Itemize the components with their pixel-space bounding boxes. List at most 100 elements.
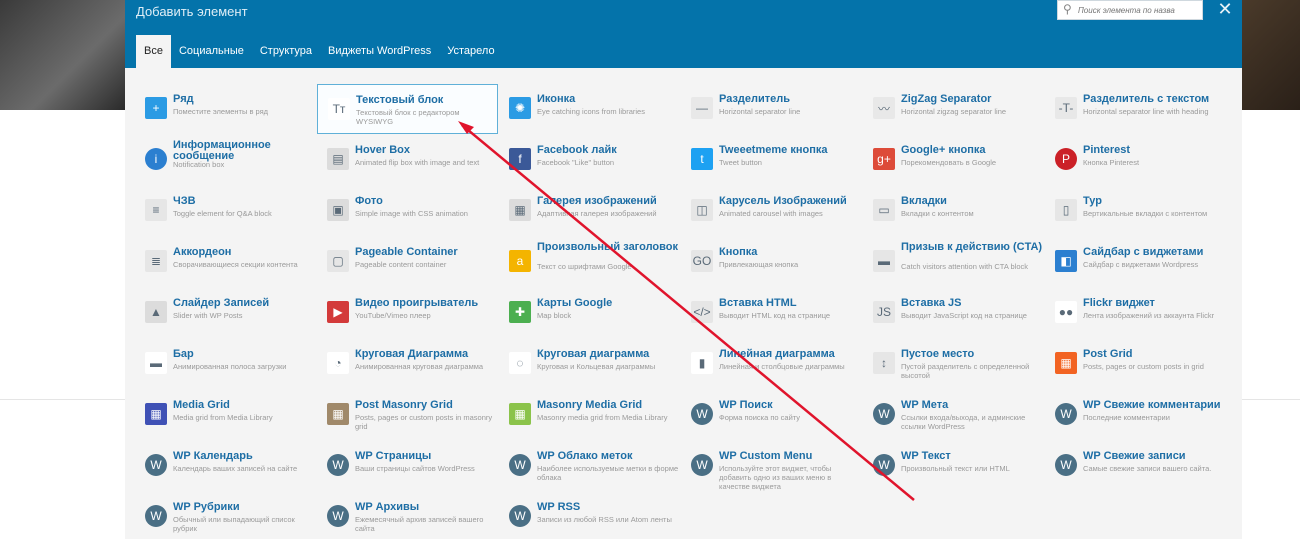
element-title: Вставка HTML xyxy=(719,297,797,309)
element-item[interactable]: 〰 ZigZag Separator Horizontal zigzag separ… xyxy=(863,84,1044,134)
wordpress-icon: W xyxy=(327,454,349,476)
element-title: WP Мета xyxy=(901,399,949,411)
hover-box-icon: ▤ xyxy=(327,148,349,170)
element-description: Обычный или выпадающий список рубрик xyxy=(173,515,295,533)
element-item[interactable]: ◔ Круговая Диаграмма Анимированная кругова… xyxy=(317,339,498,389)
element-title: WP Облако меток xyxy=(537,450,633,462)
element-item[interactable]: W WP Страницы Ваши страницы сайтов WordPre… xyxy=(317,441,498,491)
element-item[interactable]: W WP Текст Произвольный текст или HTML xyxy=(863,441,1044,491)
tab-structure[interactable]: Структура xyxy=(252,35,320,68)
element-item[interactable]: g+ Google+ кнопка Порекомендовать в Google xyxy=(863,135,1044,185)
element-item[interactable]: t Tweeetmeme кнопка Tweet button xyxy=(681,135,862,185)
element-item[interactable]: ▣ Фото Simple image with CSS animation xyxy=(317,186,498,236)
element-description: Записи из любой RSS или Atom ленты xyxy=(537,515,672,524)
element-description: Horizontal separator line with heading xyxy=(1083,107,1209,116)
element-description: Круговая и Кольцевая диаграммы xyxy=(537,362,656,371)
element-item[interactable]: ▶ Видео проигрыватель YouTube/Vimeo плеер xyxy=(317,288,498,338)
wordpress-icon: W xyxy=(145,454,167,476)
element-item[interactable]: ≣ Аккордеон Сворачивающиеся секции контент… xyxy=(135,237,316,287)
element-item[interactable]: ▦ Галерея изображений Адаптивная галерея и… xyxy=(499,186,680,236)
element-item[interactable]: ▮ Линейная диаграмма Линейная и столбцовые… xyxy=(681,339,862,389)
element-item[interactable]: W WP Мета Ссылки входа/выхода, и админские… xyxy=(863,390,1044,440)
element-title: Бар xyxy=(173,348,194,360)
element-item[interactable]: JS Вставка JS Выводит JavaScript код на ст… xyxy=(863,288,1044,338)
element-title: Post Masonry Grid xyxy=(355,399,453,411)
element-item[interactable]: W WP Поиск Форма поиска по сайту xyxy=(681,390,862,440)
element-item[interactable]: W WP Архивы Ежемесячный архив записей ваше… xyxy=(317,492,498,539)
tab-deprecated[interactable]: Устарело xyxy=(439,35,502,68)
element-title: ZigZag Separator xyxy=(901,93,992,105)
element-item[interactable]: W WP Календарь Календарь ваших записей на … xyxy=(135,441,316,491)
element-item[interactable]: ▭ Вкладки Вкладки с контентом xyxy=(863,186,1044,236)
tab-wordpress-widgets[interactable]: Виджеты WordPress xyxy=(320,35,439,68)
element-item[interactable]: ▤ Hover Box Animated flip box with image a… xyxy=(317,135,498,185)
element-item[interactable]: W WP Свежие комментарии Последние коммента… xyxy=(1045,390,1226,440)
element-item[interactable]: </> Вставка HTML Выводит HTML код на стран… xyxy=(681,288,862,338)
element-description: Кнопка Pinterest xyxy=(1083,158,1140,167)
element-item[interactable]: ≡ ЧЗВ Toggle element for Q&A block xyxy=(135,186,316,236)
element-item[interactable]: ▬ Бар Анимированная полоса загрузки xyxy=(135,339,316,389)
element-title: Кнопка xyxy=(719,246,758,258)
element-item[interactable]: + Ряд Поместите элементы в ряд xyxy=(135,84,316,134)
element-item[interactable]: ◧ Сайдбар с виджетами Сайдбар с виджетами … xyxy=(1045,237,1226,287)
search-icon: ⚲ xyxy=(1063,2,1072,16)
element-item[interactable]: GO Кнопка Привлекающая кнопка xyxy=(681,237,862,287)
tour-icon: ▯ xyxy=(1055,199,1077,221)
element-item[interactable]: a Произвольный заголовок Текст со шрифтами… xyxy=(499,237,680,287)
element-item[interactable]: ▯ Тур Вертикальные вкладки с контентом xyxy=(1045,186,1226,236)
close-icon[interactable]: ✕ xyxy=(1215,0,1235,20)
element-item[interactable]: ▦ Post Masonry Grid Posts, pages or custom… xyxy=(317,390,498,440)
element-item[interactable]: ▦ Masonry Media Grid Masonry media grid fr… xyxy=(499,390,680,440)
search-input[interactable] xyxy=(1078,2,1200,18)
wordpress-icon: W xyxy=(1055,403,1077,425)
element-title: Сайдбар с виджетами xyxy=(1083,246,1204,258)
masonry-grid-icon: ▦ xyxy=(327,403,349,425)
zigzag-icon: 〰 xyxy=(873,97,895,119)
element-item[interactable]: -T- Разделитель с текстом Horizontal separ… xyxy=(1045,84,1226,134)
element-description: Анимированная круговая диаграмма xyxy=(355,362,484,371)
element-item[interactable]: — Разделитель Horizontal separator line xyxy=(681,84,862,134)
element-item[interactable]: ✺ Иконка Eye catching icons from libraries xyxy=(499,84,680,134)
element-item[interactable]: ✚ Карты Google Map block xyxy=(499,288,680,338)
text-separator-icon: -T- xyxy=(1055,97,1077,119)
element-title: Текстовый блок xyxy=(356,94,444,106)
element-title: Post Grid xyxy=(1083,348,1133,360)
element-description: Notification box xyxy=(173,160,225,169)
element-item[interactable]: ◫ Карусель Изображений Animated carousel w… xyxy=(681,186,862,236)
element-item[interactable]: ▬ Призыв к действию (CTA) Catch visitors a… xyxy=(863,237,1044,287)
google-plus-icon: g+ xyxy=(873,148,895,170)
element-description: Animated flip box with image and text xyxy=(355,158,480,167)
element-item[interactable]: W WP Свежие записи Самые свежие записи ваш… xyxy=(1045,441,1226,491)
element-description: Порекомендовать в Google xyxy=(901,158,997,167)
element-item[interactable]: Tт Текстовый блок Текстовый блок с редакто… xyxy=(317,84,498,134)
modal-title: Добавить элемент xyxy=(136,4,248,19)
element-description: Ежемесячный архив записей вашего сайта xyxy=(355,515,484,533)
element-item[interactable]: ▦ Media Grid Media grid from Media Library xyxy=(135,390,316,440)
js-icon: JS xyxy=(873,301,895,323)
tab-all[interactable]: Все xyxy=(136,35,171,68)
element-title: Media Grid xyxy=(173,399,230,411)
masonry-media-icon: ▦ xyxy=(509,403,531,425)
element-item[interactable]: W WP Облако меток Наиболее используемые ме… xyxy=(499,441,680,491)
tab-social[interactable]: Социальные xyxy=(171,35,252,68)
element-item[interactable]: P Pinterest Кнопка Pinterest xyxy=(1045,135,1226,185)
element-item[interactable]: W WP Custom Menu Используйте этот виджет, … xyxy=(681,441,862,491)
element-title: Иконка xyxy=(537,93,576,105)
element-title: WP Календарь xyxy=(173,450,253,462)
element-item[interactable]: ↕ Пустое место Пустой разделитель с опреде… xyxy=(863,339,1044,389)
element-item[interactable]: ▲ Слайдер Записей Slider with WP Posts xyxy=(135,288,316,338)
element-title: Flickr виджет xyxy=(1083,297,1155,309)
search-box[interactable]: ⚲ xyxy=(1057,0,1203,20)
cta-icon: ▬ xyxy=(873,250,895,272)
background-photo-left xyxy=(0,0,125,110)
element-item[interactable]: i Информационное сообщение Notification bo… xyxy=(135,135,316,185)
element-item[interactable]: ▦ Post Grid Posts, pages or custom posts i… xyxy=(1045,339,1226,389)
element-description: Posts, pages or custom posts in masonry … xyxy=(355,413,493,431)
progress-bar-icon: ▬ xyxy=(145,352,167,374)
element-item[interactable]: ◌ Круговая диаграмма Круговая и Кольцевая … xyxy=(499,339,680,389)
element-item[interactable]: W WP Рубрики Обычный или выпадающий список… xyxy=(135,492,316,539)
element-item[interactable]: W WP RSS Записи из любой RSS или Atom лент… xyxy=(499,492,680,539)
element-item[interactable]: ●● Flickr виджет Лента изображений из акка… xyxy=(1045,288,1226,338)
element-item[interactable]: f Facebook лайк Facebook "Like" button xyxy=(499,135,680,185)
element-item[interactable]: ▢ Pageable Container Pageable content cont… xyxy=(317,237,498,287)
